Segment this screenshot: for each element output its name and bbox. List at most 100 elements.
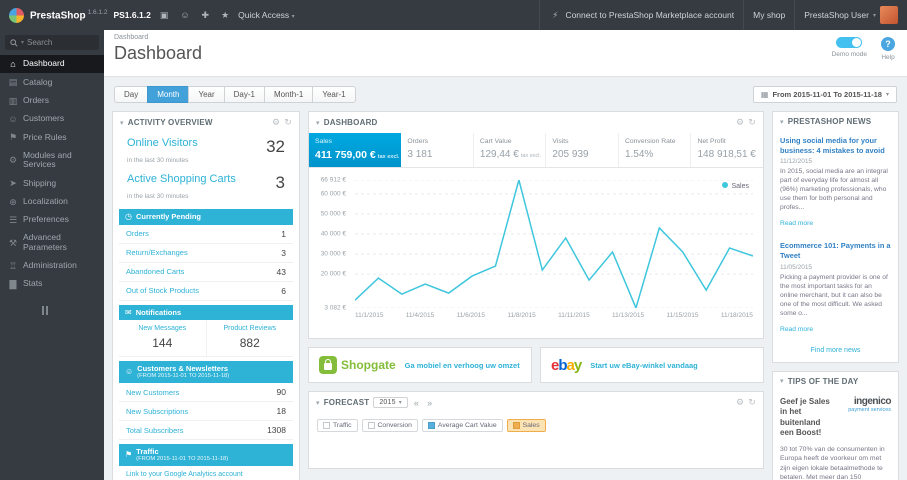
sidebar-item-shipping[interactable]: ➤ Shipping [0, 174, 104, 192]
ebay-logo: ebay [551, 356, 582, 374]
sidebar-item-price-rules[interactable]: ⚑ Price Rules [0, 128, 104, 146]
help-icon[interactable]: ? [881, 37, 895, 51]
out-of-stock-link[interactable]: Out of Stock Products [126, 286, 199, 295]
settings-icon[interactable]: ⚙ [736, 117, 744, 128]
date-range-picker[interactable]: ▦ From 2015-11-01 To 2015-11-18 ▾ [752, 86, 897, 103]
previous-year-icon[interactable]: « [412, 398, 421, 408]
prestashop-logo-icon [9, 7, 24, 23]
settings-icon[interactable]: ⚙ [736, 397, 744, 408]
settings-icon[interactable]: ⚙ [272, 117, 280, 128]
panel-caret-icon[interactable]: ▾ [780, 377, 784, 385]
sidebar-item-catalog[interactable]: ▤ Catalog [0, 73, 104, 91]
sales-chart: 66 912 €60 000 €50 000 €40 000 €30 000 €… [309, 168, 763, 338]
new-customers-link[interactable]: New Customers [126, 388, 179, 397]
sidebar-item-label: Stats [23, 278, 43, 289]
customers-row: New Customers 90 [119, 383, 293, 403]
collapse-sidebar-button[interactable] [42, 305, 104, 315]
read-more-link[interactable]: Read more [780, 220, 813, 227]
kpi-tabs: Sales 411 759,00 € tax excl. Orders 3 181… [309, 133, 763, 168]
orders-icon: ▥ [8, 95, 18, 106]
sidebar-item-administration[interactable]: ♖ Administration [0, 257, 104, 275]
shopping-bag-icon [319, 356, 337, 374]
new-messages-label: New Messages [138, 325, 187, 333]
total-subscribers-link[interactable]: Total Subscribers [126, 426, 184, 435]
quick-access-menu[interactable]: Quick Access ▾ [238, 10, 294, 20]
cart-icon[interactable]: ▣ [157, 10, 172, 21]
news-article-title[interactable]: Ecommerce 101: Payments in a Tweet [780, 241, 891, 260]
news-article-title[interactable]: Using social media for your business: 4 … [780, 136, 891, 155]
legend-sales-toggle[interactable]: Sales [506, 419, 546, 432]
search-input[interactable] [27, 38, 86, 47]
new-subscriptions-link[interactable]: New Subscriptions [126, 407, 188, 416]
orders-link[interactable]: Orders [126, 229, 149, 238]
kpi-tab-orders[interactable]: Orders 3 181 [401, 133, 474, 167]
shop-name[interactable]: PS1.6.1.2 [113, 10, 150, 20]
my-shop-link[interactable]: My shop [743, 0, 794, 30]
prestashop-news-panel: ▾ PRESTASHOP NEWS Using social media for… [772, 111, 899, 363]
chevron-down-icon: ▾ [398, 400, 402, 406]
trophy-icon[interactable]: ★ [218, 10, 232, 21]
orders-count: 1 [281, 228, 286, 239]
kpi-tab-conversion-rate[interactable]: Conversion Rate 1.54% [619, 133, 692, 167]
user-icon[interactable]: ☺ [177, 10, 192, 20]
help-label: Help [881, 54, 895, 61]
sidebar-item-customers[interactable]: ☺ Customers [0, 110, 104, 128]
sidebar-item-advanced-parameters[interactable]: ⚒ Advanced Parameters [0, 229, 104, 257]
ebay-link[interactable]: Start uw eBay-winkel vandaag [590, 361, 698, 370]
google-analytics-link[interactable]: Link to your Google Analytics account [119, 466, 293, 480]
sidebar-item-preferences[interactable]: ☰ Preferences [0, 211, 104, 229]
active-carts-link[interactable]: Active Shopping Carts [127, 173, 236, 185]
legend-traffic-toggle[interactable]: Traffic [317, 419, 358, 432]
search-scope-caret-icon[interactable]: ▾ [21, 39, 24, 46]
sidebar-item-label: Orders [23, 94, 49, 105]
read-more-link[interactable]: Read more [780, 326, 813, 333]
customers-row: Total Subscribers 1308 [119, 421, 293, 441]
legend-conversion-toggle[interactable]: Conversion [361, 419, 418, 432]
kpi-tab-visits[interactable]: Visits 205 939 [546, 133, 619, 167]
range-day-button[interactable]: Day [114, 86, 149, 103]
marketplace-link[interactable]: ⚡ Connect to PrestaShop Marketplace accou… [539, 0, 743, 30]
kpi-tab-net-profit[interactable]: Net Profit 148 918,51 € [691, 133, 763, 167]
partner-promos: Shopgate Ga mobiel en verhoog uw omzet e… [308, 347, 764, 383]
plus-icon[interactable]: ✚ [199, 10, 213, 21]
panel-caret-icon[interactable]: ▾ [780, 118, 784, 126]
range-day-1-button[interactable]: Day-1 [223, 86, 265, 103]
chart-legend[interactable]: Sales [722, 182, 749, 190]
next-year-icon[interactable]: » [425, 398, 434, 408]
panel-caret-icon[interactable]: ▾ [120, 119, 124, 127]
new-messages-cell[interactable]: New Messages 144 [119, 320, 207, 357]
customers-range-subtitle: (FROM 2015-11-01 TO 2015-11-18) [137, 373, 230, 380]
product-reviews-cell[interactable]: Product Reviews 882 [207, 320, 294, 356]
kpi-tab-cart-value[interactable]: Cart Value 129,44 € tax excl. [474, 133, 547, 167]
kpi-tab-sales[interactable]: Sales 411 759,00 € tax excl. [309, 133, 402, 167]
range-year-button[interactable]: Year [188, 86, 225, 103]
abandoned-carts-link[interactable]: Abandoned Carts [126, 267, 184, 276]
refresh-icon[interactable]: ↻ [748, 117, 756, 128]
legend-average-cart-value-toggle[interactable]: Average Cart Value [421, 419, 503, 432]
shopgate-link[interactable]: Ga mobiel en verhoog uw omzet [405, 361, 520, 370]
range-year-1-button[interactable]: Year-1 [312, 86, 356, 103]
currently-pending-header: ◷ Currently Pending [119, 209, 293, 225]
forecast-year-select[interactable]: 2015 ▾ [373, 397, 408, 408]
online-visitors-link[interactable]: Online Visitors [127, 137, 198, 149]
find-more-news-link[interactable]: Find more news [773, 342, 898, 362]
panel-caret-icon[interactable]: ▾ [316, 119, 320, 127]
range-month-1-button[interactable]: Month-1 [263, 86, 314, 103]
sidebar-item-stats[interactable]: ▇ Stats [0, 275, 104, 293]
sidebar-item-orders[interactable]: ▥ Orders [0, 92, 104, 110]
sidebar-item-localization[interactable]: ⊕ Localization [0, 193, 104, 211]
refresh-icon[interactable]: ↻ [748, 397, 756, 408]
user-menu[interactable]: PrestaShop User ▾ [794, 0, 907, 30]
customers-icon: ☺ [125, 367, 134, 377]
refresh-icon[interactable]: ↻ [284, 117, 292, 128]
sidebar-item-modules[interactable]: ⚙ Modules and Services [0, 147, 104, 175]
brand-name[interactable]: PrestaShop 1.6.1.2 [30, 9, 107, 21]
range-month-button[interactable]: Month [147, 86, 190, 103]
panel-caret-icon[interactable]: ▾ [316, 399, 320, 407]
customers-newsletters-header: ☺ Customers & Newsletters (FROM 2015-11-0… [119, 361, 293, 384]
sidebar-search: ▾ [5, 35, 99, 50]
sidebar-item-dashboard[interactable]: ⌂ Dashboard [0, 55, 104, 74]
demo-mode-toggle[interactable] [836, 37, 863, 48]
news-article-excerpt: In 2015, social media are an integral pa… [780, 168, 888, 212]
returns-link[interactable]: Return/Exchanges [126, 248, 188, 257]
